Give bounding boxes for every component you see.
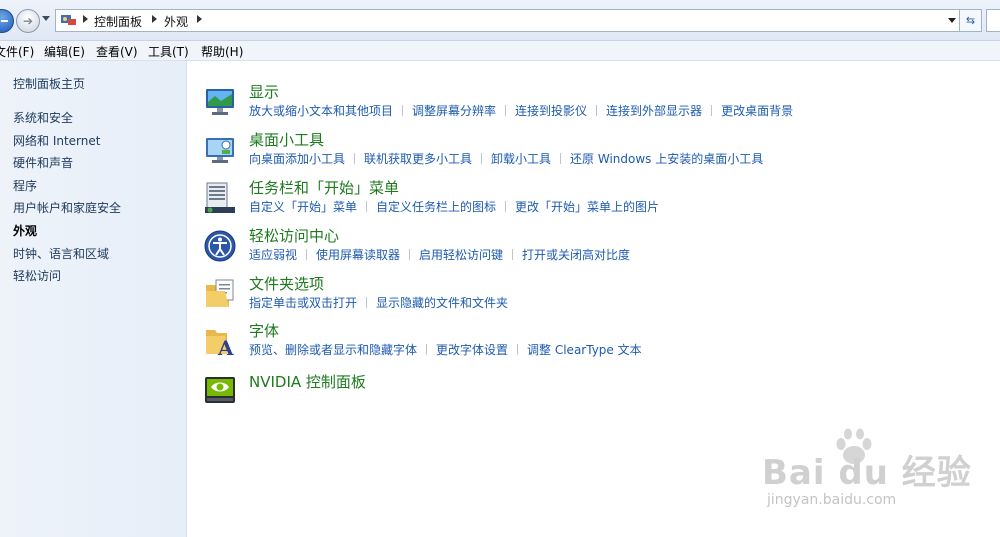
task-link[interactable]: 调整屏幕分辨率 (412, 104, 496, 118)
svg-text:A: A (217, 336, 234, 358)
sidebar-item-clock-language[interactable]: 时钟、语言和区域 (13, 245, 109, 262)
category-links: 适应弱视 使用屏幕读取器 启用轻松访问键 打开或关闭高对比度 (249, 246, 630, 263)
category-title-folder-options[interactable]: 文件夹选项 (249, 273, 324, 294)
category-nvidia: NVIDIA 控制面板 (187, 369, 1000, 415)
ease-of-access-icon[interactable] (203, 229, 237, 263)
task-link[interactable]: 指定单击或双击打开 (249, 296, 357, 310)
category-display: 显示 放大或缩小文本和其他项目 调整屏幕分辨率 连接到投影仪 连接到外部显示器 更改桌面… (187, 81, 1000, 127)
task-link[interactable]: 还原 Windows 上安装的桌面小工具 (570, 152, 763, 166)
category-links: 向桌面添加小工具 联机获取更多小工具 卸载小工具 还原 Windows 上安装的桌面小… (249, 150, 763, 167)
task-link[interactable]: 更改字体设置 (436, 343, 508, 357)
category-title-display[interactable]: 显示 (249, 81, 279, 102)
taskbar-icon[interactable] (203, 181, 237, 215)
sidebar-item-appearance: 外观 (13, 224, 38, 238)
nvidia-icon[interactable] (203, 373, 237, 407)
task-link[interactable]: 调整 ClearType 文本 (527, 343, 642, 357)
sidebar-item-hardware-sound[interactable]: 硬件和声音 (13, 154, 73, 171)
task-link[interactable]: 向桌面添加小工具 (249, 152, 345, 166)
task-link[interactable]: 使用屏幕读取器 (316, 248, 400, 262)
category-title-taskbar-start[interactable]: 任务栏和「开始」菜单 (249, 177, 399, 198)
sidebar-item-ease-of-access[interactable]: 轻松访问 (13, 267, 61, 284)
address-bar[interactable]: 控制面板 外观 (55, 9, 961, 32)
task-link[interactable]: 联机获取更多小工具 (364, 152, 472, 166)
category-desktop-gadgets: 桌面小工具 向桌面添加小工具 联机获取更多小工具 卸载小工具 还原 Windows 上… (187, 129, 1000, 175)
category-title-ease-of-access[interactable]: 轻松访问中心 (249, 225, 339, 246)
category-links: 放大或缩小文本和其他项目 调整屏幕分辨率 连接到投影仪 连接到外部显示器 更改桌面背景 (249, 102, 793, 119)
menu-file[interactable]: 文件(F) (0, 43, 34, 60)
refresh-button[interactable]: ⇆ (959, 9, 982, 32)
category-title-nvidia[interactable]: NVIDIA 控制面板 (249, 371, 366, 392)
category-fonts: A 字体 预览、删除或者显示和隐藏字体 更改字体设置 调整 ClearType 文本 (187, 320, 1000, 366)
task-link[interactable]: 卸载小工具 (491, 152, 551, 166)
task-link[interactable]: 放大或缩小文本和其他项目 (249, 104, 393, 118)
search-input[interactable] (986, 9, 1000, 32)
breadcrumb-arrow-icon[interactable] (152, 15, 157, 23)
menu-view[interactable]: 查看(V) (96, 43, 138, 60)
task-link[interactable]: 自定义「开始」菜单 (249, 200, 357, 214)
watermark-brand: Bai du 经验 (762, 453, 972, 493)
task-link[interactable]: 连接到投影仪 (515, 104, 587, 118)
breadcrumb-arrow-icon[interactable] (197, 15, 202, 23)
control-panel-icon (61, 15, 76, 25)
sidebar-item-user-accounts[interactable]: 用户帐户和家庭安全 (13, 199, 121, 216)
fonts-icon[interactable]: A (203, 324, 237, 358)
task-link[interactable]: 打开或关闭高对比度 (522, 248, 630, 262)
navigation-bar: ➔ 控制面板 外观 ⇆ (0, 0, 1000, 41)
menu-edit[interactable]: 编辑(E) (44, 43, 85, 60)
task-link[interactable]: 适应弱视 (249, 248, 297, 262)
gadgets-icon[interactable] (203, 133, 237, 167)
category-title-desktop-gadgets[interactable]: 桌面小工具 (249, 129, 324, 150)
sidebar-item-network[interactable]: 网络和 Internet (13, 132, 100, 149)
breadcrumb-appearance[interactable]: 外观 (164, 13, 188, 30)
sidebar-item-home[interactable]: 控制面板主页 (13, 75, 85, 92)
category-links: 自定义「开始」菜单 自定义任务栏上的图标 更改「开始」菜单上的图片 (249, 198, 659, 215)
task-link[interactable]: 更改桌面背景 (721, 104, 793, 118)
task-link[interactable]: 更改「开始」菜单上的图片 (515, 200, 659, 214)
menu-bar: 文件(F) 编辑(E) 查看(V) 工具(T) 帮助(H) (0, 41, 1000, 61)
baidu-watermark: Bai du 经验 jingyan.baidu.com (760, 425, 971, 520)
task-link[interactable]: 自定义任务栏上的图标 (376, 200, 496, 214)
category-links: 指定单击或双击打开 显示隐藏的文件和文件夹 (249, 294, 508, 311)
back-button[interactable] (0, 9, 14, 33)
task-link[interactable]: 预览、删除或者显示和隐藏字体 (249, 343, 417, 357)
sidebar-item-programs[interactable]: 程序 (13, 177, 37, 194)
watermark-url: jingyan.baidu.com (767, 492, 897, 508)
menu-tools[interactable]: 工具(T) (148, 43, 189, 60)
menu-help[interactable]: 帮助(H) (201, 43, 243, 60)
category-folder-options: 文件夹选项 指定单击或双击打开 显示隐藏的文件和文件夹 (187, 273, 1000, 319)
category-taskbar-start: 任务栏和「开始」菜单 自定义「开始」菜单 自定义任务栏上的图标 更改「开始」菜单上的… (187, 177, 1000, 223)
task-link[interactable]: 连接到外部显示器 (606, 104, 702, 118)
sidebar: 控制面板主页 系统和安全 网络和 Internet 硬件和声音 程序 用户帐户和… (0, 61, 187, 537)
display-icon[interactable] (203, 85, 237, 119)
task-link[interactable]: 启用轻松访问键 (419, 248, 503, 262)
category-title-fonts[interactable]: 字体 (249, 320, 279, 341)
recent-pages-dropdown-icon[interactable] (42, 16, 50, 21)
sidebar-item-system-security[interactable]: 系统和安全 (13, 109, 73, 126)
folder-options-icon[interactable] (203, 277, 237, 311)
breadcrumb-control-panel[interactable]: 控制面板 (94, 13, 142, 30)
breadcrumb-arrow-icon[interactable] (83, 15, 88, 23)
forward-button[interactable]: ➔ (16, 9, 40, 33)
task-link[interactable]: 显示隐藏的文件和文件夹 (376, 296, 508, 310)
address-dropdown-icon[interactable] (948, 18, 956, 23)
category-links: 预览、删除或者显示和隐藏字体 更改字体设置 调整 ClearType 文本 (249, 341, 642, 358)
category-ease-of-access: 轻松访问中心 适应弱视 使用屏幕读取器 启用轻松访问键 打开或关闭高对比度 (187, 225, 1000, 271)
